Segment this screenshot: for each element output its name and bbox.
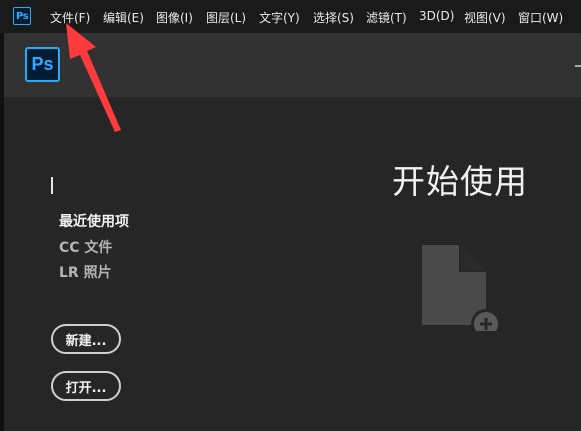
menu-view[interactable]: 视图(V) (464, 9, 506, 26)
menu-3d[interactable]: 3D(D) (419, 9, 454, 23)
menu-file[interactable]: 文件(F) (50, 9, 90, 26)
menu-image[interactable]: 图像(I) (156, 9, 193, 26)
open-button[interactable]: 打开... (51, 371, 121, 401)
page-title: 开始使用 (392, 162, 528, 201)
nav-recent[interactable]: 最近使用项 (59, 211, 129, 231)
panel-edge-icon (575, 65, 581, 67)
menu-select[interactable]: 选择(S) (313, 9, 354, 26)
active-nav-indicator (51, 177, 53, 194)
menu-filter[interactable]: 滤镜(T) (366, 9, 407, 26)
menu-layer[interactable]: 图层(L) (206, 9, 246, 26)
menu-edit[interactable]: 编辑(E) (103, 9, 144, 26)
menu-type[interactable]: 文字(Y) (259, 9, 300, 26)
menu-bar: Ps 文件(F) 编辑(E) 图像(I) 图层(L) 文字(Y) 选择(S) 滤… (0, 0, 581, 33)
workspace-header: Ps (4, 33, 581, 97)
photoshop-app-icon: Ps (13, 7, 31, 25)
menu-window[interactable]: 窗口(W) (518, 9, 563, 26)
nav-cc-files[interactable]: CC 文件 (59, 237, 112, 257)
photoshop-logo-icon: Ps (25, 47, 60, 82)
new-button[interactable]: 新建... (51, 324, 121, 354)
new-document-icon (422, 245, 501, 331)
nav-lr-photos[interactable]: LR 照片 (59, 262, 112, 282)
